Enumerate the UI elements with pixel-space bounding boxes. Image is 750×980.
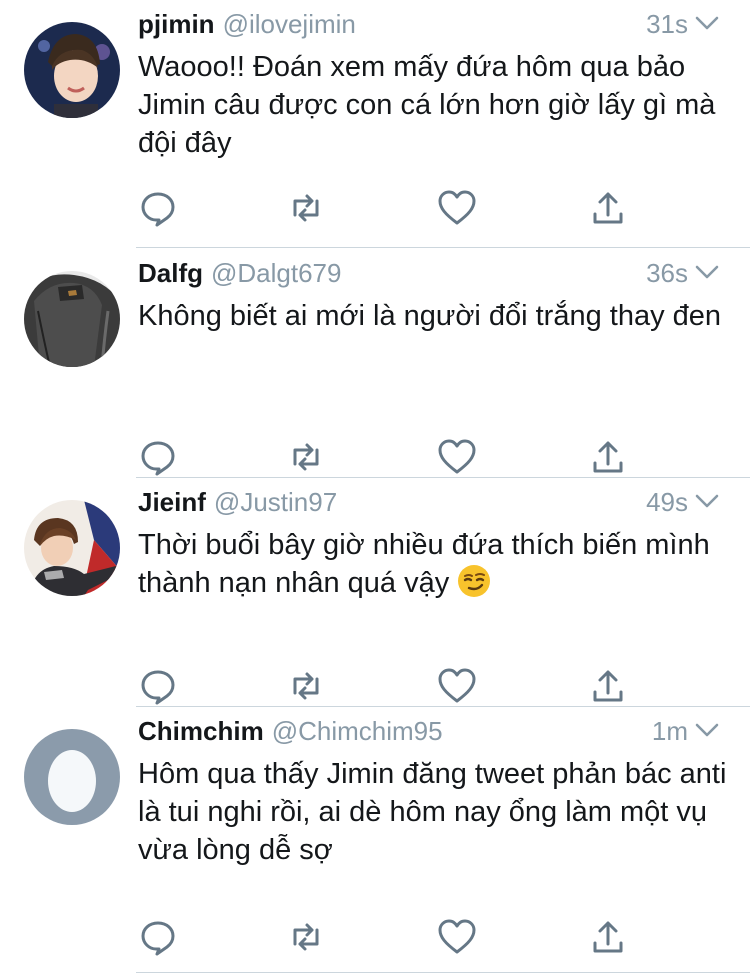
- retweet-icon[interactable]: [286, 917, 326, 957]
- tweet-divider: [136, 247, 750, 248]
- tweet-header: Dalfg @Dalgt679 36s: [138, 255, 720, 291]
- avatar[interactable]: [24, 271, 120, 367]
- reply-icon[interactable]: [138, 917, 178, 957]
- heart-icon[interactable]: [437, 437, 477, 477]
- tweet-header: pjimin @ilovejimin 31s: [138, 6, 720, 42]
- tweet[interactable]: pjimin @ilovejimin 31s Waooo!! Đoán xem m…: [0, 0, 750, 248]
- tweet-text: Không biết ai mới là người đổi trắng tha…: [138, 300, 722, 332]
- reply-icon[interactable]: [138, 437, 178, 477]
- user-handle[interactable]: @Dalgt679: [211, 258, 341, 288]
- display-name[interactable]: Chimchim @Chimchim95: [138, 713, 443, 749]
- smirk-emoji-icon: [458, 565, 491, 597]
- tweet-actions: [138, 666, 698, 706]
- timestamp: 1m: [651, 716, 688, 746]
- tweet-text: Hôm qua thấy Jimin đăng tweet phản bác a…: [138, 758, 727, 866]
- avatar[interactable]: [24, 500, 120, 596]
- tweet-divider: [136, 972, 750, 973]
- share-icon[interactable]: [588, 188, 628, 228]
- timestamp: 49s: [646, 487, 688, 517]
- share-icon[interactable]: [588, 666, 628, 706]
- heart-icon[interactable]: [437, 917, 477, 957]
- reply-icon[interactable]: [138, 666, 178, 706]
- display-name[interactable]: Jieinf @Justin97: [138, 484, 337, 520]
- reply-icon[interactable]: [138, 188, 178, 228]
- tweet-header: Jieinf @Justin97 49s: [138, 484, 720, 520]
- retweet-icon[interactable]: [286, 188, 326, 228]
- retweet-icon[interactable]: [286, 437, 326, 477]
- heart-icon[interactable]: [437, 188, 477, 228]
- tweet-actions: [138, 188, 698, 228]
- share-icon[interactable]: [588, 917, 628, 957]
- user-handle[interactable]: @Chimchim95: [272, 716, 443, 746]
- display-name[interactable]: pjimin @ilovejimin: [138, 6, 356, 42]
- timestamp: 36s: [646, 258, 688, 288]
- avatar[interactable]: [24, 729, 120, 825]
- retweet-icon[interactable]: [286, 666, 326, 706]
- user-handle[interactable]: @Justin97: [214, 487, 337, 517]
- chevron-down-icon[interactable]: [694, 263, 720, 281]
- avatar[interactable]: [24, 22, 120, 118]
- chevron-down-icon[interactable]: [694, 492, 720, 510]
- user-handle[interactable]: @ilovejimin: [223, 9, 356, 39]
- tweet-text: Waooo!! Đoán xem mấy đứa hôm qua bảo Jim…: [138, 51, 716, 159]
- timestamp: 31s: [646, 9, 688, 39]
- display-name[interactable]: Dalfg @Dalgt679: [138, 255, 341, 291]
- tweet[interactable]: Chimchim @Chimchim95 1m Hôm qua thấy Jimi…: [0, 707, 750, 973]
- tweet-text: Thời buổi bây giờ nhiều đứa thích biến m…: [138, 529, 710, 599]
- tweet[interactable]: Jieinf @Justin97 49s Thời buổi bây giờ nh…: [0, 478, 750, 707]
- chevron-down-icon[interactable]: [694, 14, 720, 32]
- tweet-feed: pjimin @ilovejimin 31s Waooo!! Đoán xem m…: [0, 0, 750, 980]
- tweet-actions: [138, 917, 698, 957]
- heart-icon[interactable]: [437, 666, 477, 706]
- tweet-actions: [138, 437, 698, 477]
- tweet-header: Chimchim @Chimchim95 1m: [138, 713, 720, 749]
- tweet[interactable]: Dalfg @Dalgt679 36s Không biết ai mới là …: [0, 249, 750, 478]
- chevron-down-icon[interactable]: [694, 721, 720, 739]
- share-icon[interactable]: [588, 437, 628, 477]
